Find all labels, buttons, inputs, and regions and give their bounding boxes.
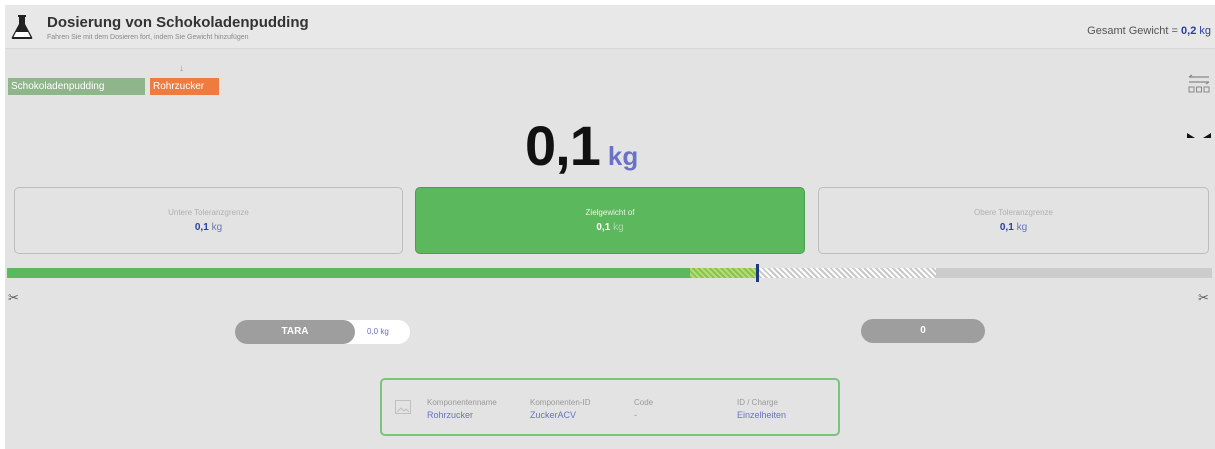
current-component-arrow-icon: ↓ — [179, 63, 184, 74]
tara-control: TARA 0,0 kg — [235, 320, 410, 344]
progress-target-marker — [755, 264, 759, 282]
page-title: Dosierung von Schokoladenpudding — [47, 14, 309, 31]
current-weight: 0,1 kg — [525, 113, 638, 178]
info-col-charge: ID / Charge Einzelheiten — [737, 398, 786, 420]
target-weight-unit: kg — [613, 222, 624, 233]
lower-tolerance-value: 0,1 kg — [15, 222, 402, 233]
upper-tolerance-number: 0,1 — [999, 222, 1014, 233]
header-bar: Dosierung von Schokoladenpudding Fahren … — [5, 5, 1215, 49]
total-weight-label: Gesamt Gewicht = — [1087, 25, 1182, 37]
total-weight: Gesamt Gewicht = 0,2 kg — [1087, 25, 1211, 37]
progress-tolerance-zone — [690, 268, 757, 278]
image-placeholder-icon — [395, 400, 411, 414]
tara-unit: kg — [380, 327, 389, 336]
info-col-header: Komponentenname — [427, 398, 497, 407]
info-col-id: Komponenten-ID ZuckerACV — [530, 398, 590, 420]
progress-upper-zone — [756, 268, 937, 278]
component-info-card: Komponentenname Rohrzucker Komponenten-I… — [380, 378, 840, 436]
info-col-name: Komponentenname Rohrzucker — [427, 398, 497, 420]
layout-toggle-icon[interactable] — [1187, 72, 1211, 96]
lower-tolerance-number: 0,1 — [194, 222, 209, 233]
component-tag-done[interactable]: Schokoladenpudding — [8, 78, 145, 95]
info-col-code: Code - — [634, 398, 653, 420]
page-subtitle: Fahren Sie mit dem Dosieren fort, indem … — [47, 34, 249, 41]
target-weight-box: Zielgewicht of 0,1 kg — [415, 187, 805, 254]
component-tag-current[interactable]: Rohrzucker — [150, 78, 219, 95]
info-col-header: ID / Charge — [737, 398, 778, 407]
upper-tolerance-value: 0,1 kg — [819, 222, 1208, 233]
lower-tolerance-label: Untere Toleranzgrenze — [168, 208, 249, 217]
lower-tolerance-unit: kg — [211, 222, 223, 233]
dosing-screen: Dosierung von Schokoladenpudding Fahren … — [5, 5, 1215, 449]
info-col-header: Komponenten-ID — [530, 398, 591, 407]
info-col-value: - — [634, 410, 637, 420]
upper-tolerance-label: Obere Toleranzgrenze — [973, 208, 1053, 217]
flask-icon — [11, 15, 33, 39]
total-weight-unit: kg — [1199, 25, 1211, 37]
target-weight-number: 0,1 — [596, 222, 611, 233]
scissors-left-icon[interactable]: ✂ — [8, 290, 19, 306]
info-col-header: Code — [634, 398, 654, 407]
info-col-value: Rohrzucker — [427, 410, 474, 420]
tara-number: 0,0 — [367, 327, 379, 336]
current-weight-value: 0,1 — [525, 114, 601, 177]
total-weight-value: 0,2 — [1181, 25, 1197, 37]
upper-tolerance-unit: kg — [1016, 222, 1028, 233]
collapse-icon[interactable] — [1187, 131, 1211, 141]
target-weight-label: Zielgewicht of — [585, 208, 635, 217]
upper-tolerance-box: Obere Toleranzgrenze 0,1 kg — [818, 187, 1209, 254]
info-col-value: ZuckerACV — [530, 410, 577, 420]
current-weight-unit: kg — [607, 141, 639, 171]
details-link[interactable]: Einzelheiten — [737, 410, 786, 420]
scissors-right-icon[interactable]: ✂ — [1198, 290, 1209, 306]
progress-fill — [7, 268, 691, 278]
tara-value: 0,0 kg — [367, 320, 389, 344]
tara-button[interactable]: TARA — [235, 320, 355, 344]
counter-pill[interactable]: 0 — [861, 319, 985, 343]
lower-tolerance-box: Untere Toleranzgrenze 0,1 kg — [14, 187, 403, 254]
target-weight-value: 0,1 kg — [416, 222, 804, 233]
